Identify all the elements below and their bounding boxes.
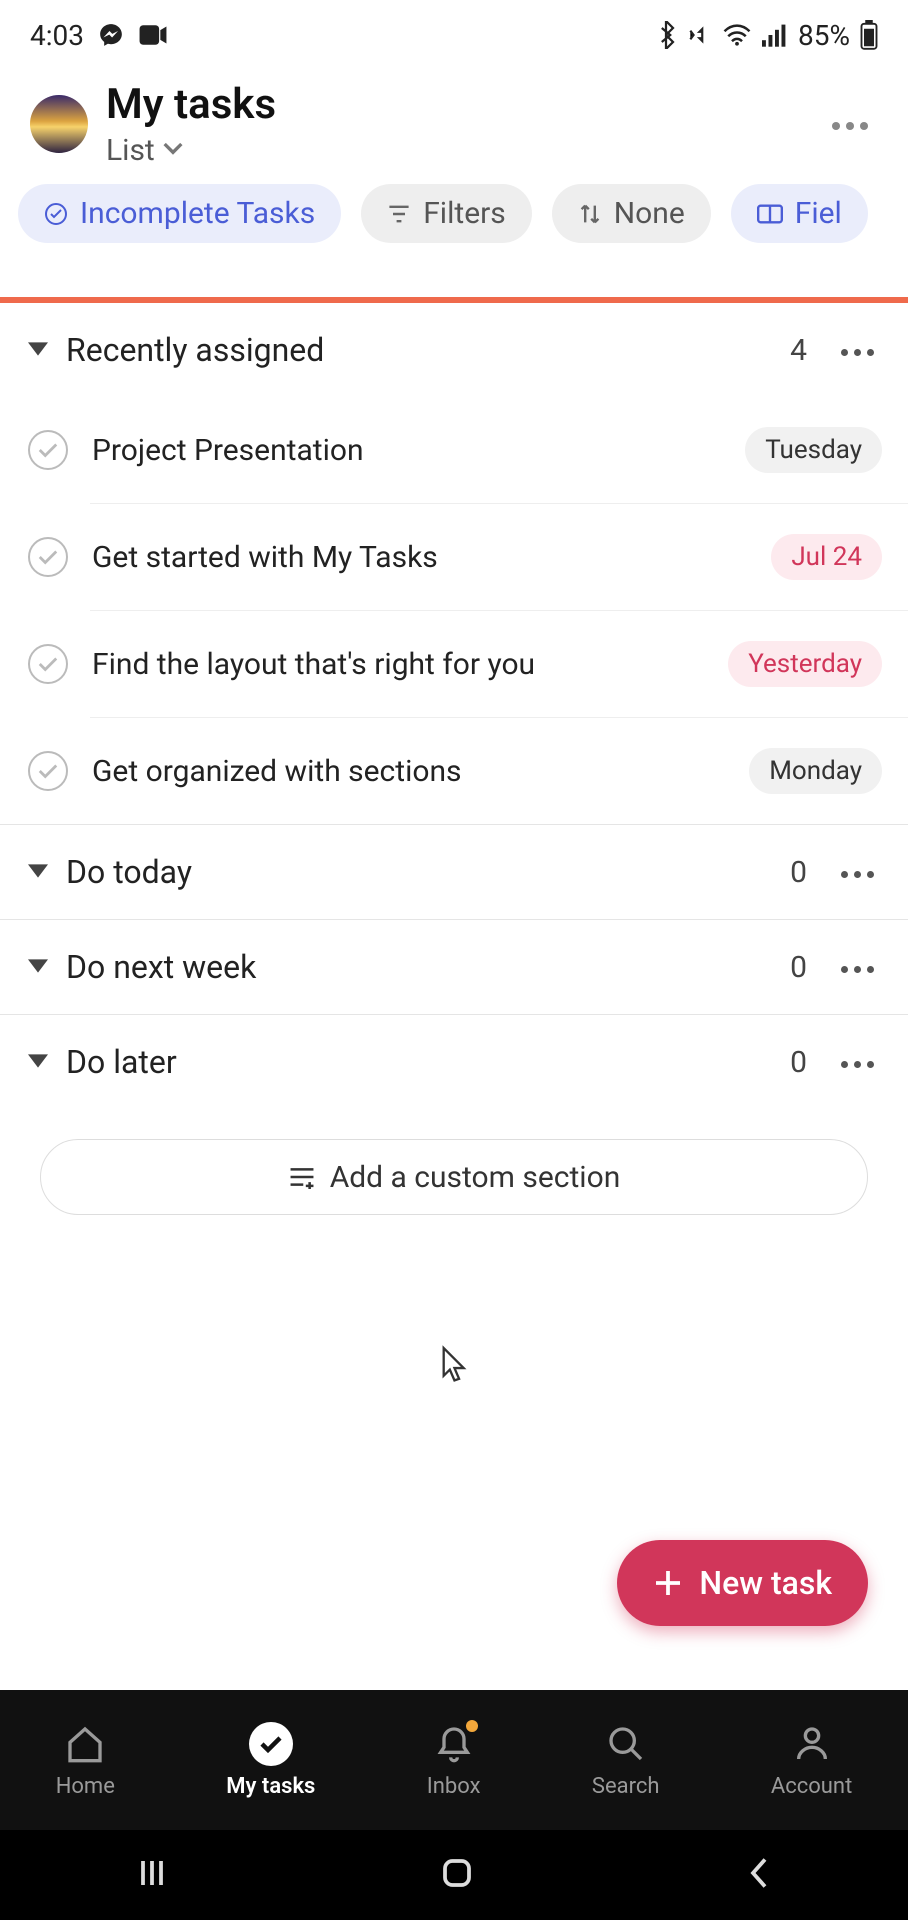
section-header-do-today[interactable]: Do today 0 <box>0 825 908 919</box>
nav-inbox[interactable]: Inbox <box>427 1722 481 1799</box>
section-count: 0 <box>790 1045 807 1080</box>
nav-label: Inbox <box>427 1774 481 1799</box>
more-button[interactable] <box>822 105 878 144</box>
fields-icon <box>757 204 783 224</box>
task-row[interactable]: Project Presentation Tuesday <box>0 397 908 503</box>
due-date: Monday <box>749 748 882 794</box>
task-list: Project Presentation Tuesday Get started… <box>0 397 908 824</box>
nav-label: Account <box>771 1774 852 1799</box>
pill-label: Fiel <box>795 196 842 231</box>
pill-label: None <box>614 196 685 231</box>
view-selector[interactable]: List <box>106 133 822 168</box>
task-title: Get started with My Tasks <box>92 540 747 575</box>
filter-sort[interactable]: None <box>552 184 711 243</box>
nav-account[interactable]: Account <box>771 1722 852 1799</box>
complete-checkbox[interactable] <box>28 751 68 791</box>
complete-checkbox[interactable] <box>28 537 68 577</box>
task-row[interactable]: Find the layout that's right for you Yes… <box>0 611 908 717</box>
triangle-down-icon <box>28 1053 48 1072</box>
check-circle-icon <box>249 1722 293 1766</box>
add-custom-section-button[interactable]: Add a custom section <box>40 1139 868 1215</box>
task-title: Project Presentation <box>92 433 721 468</box>
filter-fields[interactable]: Fiel <box>731 184 868 243</box>
chevron-down-icon <box>163 141 183 160</box>
section-count: 0 <box>790 855 807 890</box>
filter-incomplete-tasks[interactable]: Incomplete Tasks <box>18 184 341 243</box>
section-more-button[interactable] <box>835 857 880 888</box>
home-button[interactable] <box>439 1855 475 1895</box>
new-task-button[interactable]: New task <box>617 1540 868 1626</box>
section-title: Do today <box>66 853 772 891</box>
section-count: 0 <box>790 950 807 985</box>
filter-filters[interactable]: Filters <box>361 184 532 243</box>
section-count: 4 <box>790 333 807 368</box>
due-date: Yesterday <box>728 641 882 687</box>
nav-label: Home <box>56 1774 115 1799</box>
section-title: Do next week <box>66 948 772 986</box>
avatar[interactable] <box>30 95 88 153</box>
task-title: Find the layout that's right for you <box>92 647 704 682</box>
due-date: Tuesday <box>745 427 882 473</box>
battery-percent: 85% <box>798 19 850 52</box>
complete-checkbox[interactable] <box>28 644 68 684</box>
task-row[interactable]: Get started with My Tasks Jul 24 <box>0 504 908 610</box>
plus-icon <box>653 1568 683 1598</box>
section-header-recently-assigned[interactable]: Recently assigned 4 <box>0 303 908 397</box>
due-date: Jul 24 <box>771 534 882 580</box>
nav-label: Search <box>592 1774 660 1799</box>
bell-icon <box>434 1722 474 1766</box>
status-time: 4:03 <box>30 19 84 52</box>
nav-home[interactable]: Home <box>56 1722 115 1799</box>
search-icon <box>606 1722 646 1766</box>
pill-label: Incomplete Tasks <box>80 196 315 231</box>
section-title: Recently assigned <box>66 331 772 369</box>
triangle-down-icon <box>28 341 48 360</box>
complete-checkbox[interactable] <box>28 430 68 470</box>
battery-icon <box>860 20 878 50</box>
section-title: Do later <box>66 1043 772 1081</box>
video-icon <box>138 24 168 46</box>
view-label: List <box>106 133 155 168</box>
status-bar: 4:03 85% <box>0 0 908 70</box>
recents-button[interactable] <box>134 1855 170 1895</box>
bottom-nav: Home My tasks Inbox Search Account <box>0 1690 908 1830</box>
person-icon <box>792 1722 832 1766</box>
section-more-button[interactable] <box>835 952 880 983</box>
header: My tasks List <box>0 70 908 178</box>
filter-icon <box>387 204 411 224</box>
pill-label: Filters <box>423 196 506 231</box>
task-row[interactable]: Get organized with sections Monday <box>0 718 908 824</box>
nav-search[interactable]: Search <box>592 1722 660 1799</box>
check-circle-icon <box>44 202 68 226</box>
triangle-down-icon <box>28 863 48 882</box>
page-title: My tasks <box>106 80 822 129</box>
section-more-button[interactable] <box>835 1047 880 1078</box>
section-header-do-next-week[interactable]: Do next week 0 <box>0 920 908 1014</box>
nav-label: My tasks <box>226 1774 315 1799</box>
fab-label: New task <box>699 1564 832 1602</box>
add-section-label: Add a custom section <box>330 1160 621 1195</box>
sort-icon <box>578 202 602 226</box>
system-nav-bar <box>0 1830 908 1920</box>
section-more-button[interactable] <box>835 335 880 366</box>
task-title: Get organized with sections <box>92 754 725 789</box>
filter-bar: Incomplete Tasks Filters None Fiel <box>0 178 908 263</box>
add-section-icon <box>288 1165 316 1189</box>
home-icon <box>65 1722 105 1766</box>
vibrate-icon <box>686 22 712 48</box>
wifi-icon <box>722 23 752 47</box>
nav-my-tasks[interactable]: My tasks <box>226 1722 315 1799</box>
cursor-icon <box>440 1345 472 1389</box>
messenger-icon <box>98 22 124 48</box>
triangle-down-icon <box>28 958 48 977</box>
back-button[interactable] <box>744 1855 774 1895</box>
bluetooth-icon <box>656 21 676 49</box>
section-header-do-later[interactable]: Do later 0 <box>0 1015 908 1109</box>
signal-icon <box>762 23 788 47</box>
